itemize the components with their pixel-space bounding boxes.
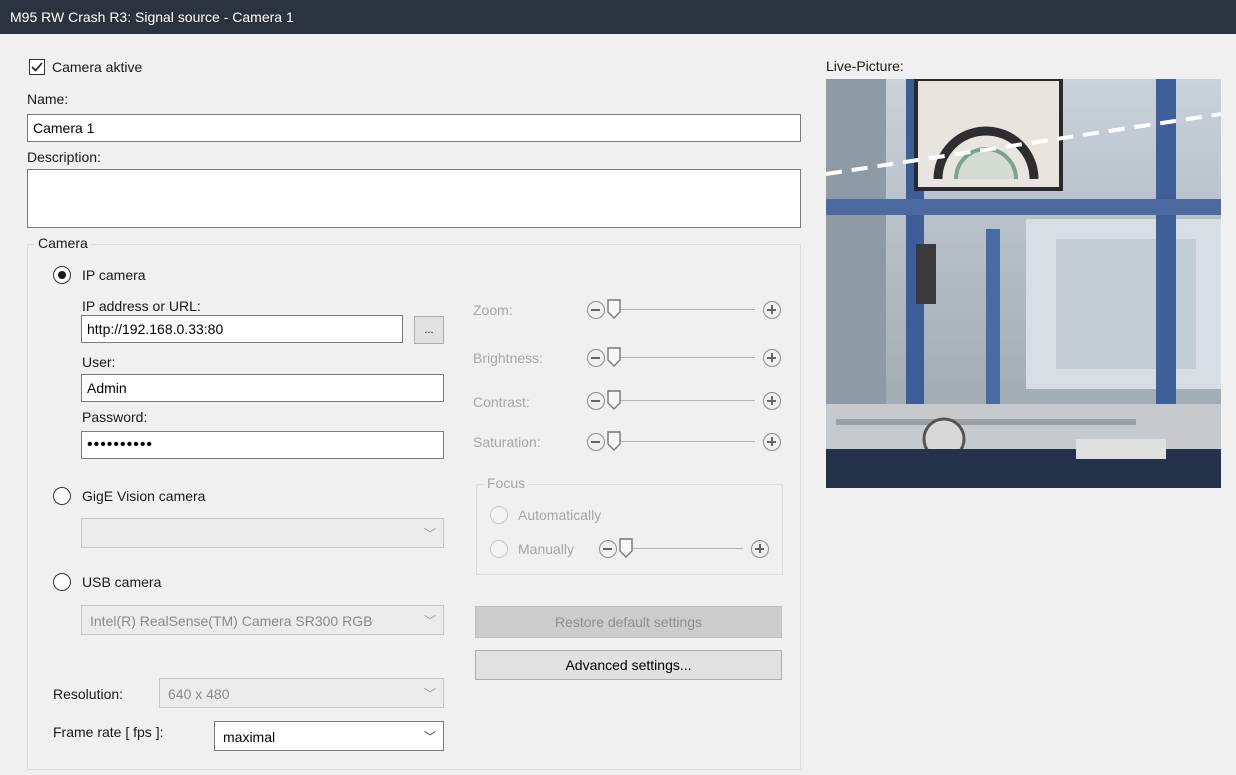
contrast-label: Contrast:	[473, 394, 530, 410]
plus-icon[interactable]	[751, 540, 769, 558]
camera-active-checkbox[interactable]	[29, 59, 45, 75]
focus-groupbox	[476, 484, 783, 575]
radio-selected-dot	[58, 271, 66, 279]
minus-icon[interactable]	[587, 392, 605, 410]
slider-thumb[interactable]	[607, 347, 621, 367]
description-input[interactable]	[27, 169, 801, 228]
focus-manual-radio[interactable]	[490, 540, 508, 558]
brightness-slider[interactable]	[587, 347, 781, 369]
slider-thumb[interactable]	[607, 431, 621, 451]
minus-icon[interactable]	[587, 433, 605, 451]
gige-camera-label: GigE Vision camera	[82, 488, 206, 504]
restore-defaults-button[interactable]: Restore default settings	[475, 606, 782, 638]
focus-auto-radio[interactable]	[490, 506, 508, 524]
password-input[interactable]	[81, 431, 444, 459]
slider-track	[613, 400, 755, 401]
slider-track	[613, 441, 755, 442]
live-picture-view	[826, 79, 1221, 488]
slider-track	[613, 357, 755, 358]
chevron-down-icon: ﹀	[423, 527, 436, 541]
plus-icon[interactable]	[763, 349, 781, 367]
chevron-down-icon: ﹀	[423, 614, 436, 628]
camera-preview-image	[826, 79, 1221, 488]
focus-group-title: Focus	[484, 475, 529, 491]
plus-icon[interactable]	[763, 392, 781, 410]
ip-camera-label: IP camera	[82, 267, 146, 283]
plus-icon[interactable]	[763, 301, 781, 319]
live-picture-label: Live-Picture:	[826, 58, 904, 74]
brightness-label: Brightness:	[473, 350, 544, 366]
usb-camera-value: Intel(R) RealSense(TM) Camera SR300 RGB	[90, 613, 373, 629]
advanced-settings-button[interactable]: Advanced settings...	[475, 650, 782, 680]
minus-icon[interactable]	[587, 349, 605, 367]
framerate-value: maximal	[223, 729, 276, 745]
resolution-value: 640 x 480	[168, 686, 230, 702]
camera-group-title: Camera	[35, 235, 91, 251]
name-label: Name:	[27, 91, 69, 107]
ip-camera-radio[interactable]	[53, 266, 71, 284]
minus-icon[interactable]	[599, 540, 617, 558]
description-label: Description:	[27, 149, 101, 165]
contrast-slider[interactable]	[587, 390, 781, 412]
window-title: M95 RW Crash R3: Signal source - Camera …	[0, 0, 1236, 34]
ip-address-label: IP address or URL:	[82, 298, 201, 314]
zoom-slider[interactable]	[587, 299, 781, 321]
focus-slider[interactable]	[599, 538, 769, 560]
usb-camera-select[interactable]: Intel(R) RealSense(TM) Camera SR300 RGB …	[81, 605, 444, 635]
camera-active-label: Camera aktive	[52, 59, 143, 75]
ip-address-input[interactable]	[81, 315, 403, 343]
framerate-label: Frame rate [ fps ]:	[53, 724, 164, 740]
focus-manual-label: Manually	[518, 541, 575, 557]
gige-camera-select[interactable]: ﹀	[81, 518, 444, 548]
gige-camera-radio[interactable]	[53, 487, 71, 505]
saturation-slider[interactable]	[587, 431, 781, 453]
resolution-label: Resolution:	[53, 686, 124, 702]
saturation-label: Saturation:	[473, 434, 541, 450]
zoom-label: Zoom:	[473, 302, 513, 318]
chevron-down-icon: ﹀	[423, 730, 436, 744]
focus-auto-label: Automatically	[518, 507, 602, 523]
usb-camera-radio[interactable]	[53, 573, 71, 591]
user-input[interactable]	[81, 374, 444, 402]
resolution-select[interactable]: 640 x 480 ﹀	[159, 678, 444, 708]
password-label: Password:	[82, 409, 148, 425]
chevron-down-icon: ﹀	[423, 687, 436, 701]
browse-address-button[interactable]: ...	[414, 316, 444, 344]
slider-thumb[interactable]	[607, 299, 621, 319]
minus-icon[interactable]	[587, 301, 605, 319]
slider-thumb[interactable]	[619, 538, 633, 558]
slider-thumb[interactable]	[607, 390, 621, 410]
slider-track	[625, 548, 743, 549]
name-input[interactable]	[27, 114, 801, 142]
checkmark-icon	[31, 62, 43, 72]
slider-track	[613, 309, 755, 310]
user-label: User:	[82, 354, 116, 370]
usb-camera-label: USB camera	[82, 574, 162, 590]
plus-icon[interactable]	[763, 433, 781, 451]
framerate-select[interactable]: maximal ﹀	[214, 721, 444, 751]
